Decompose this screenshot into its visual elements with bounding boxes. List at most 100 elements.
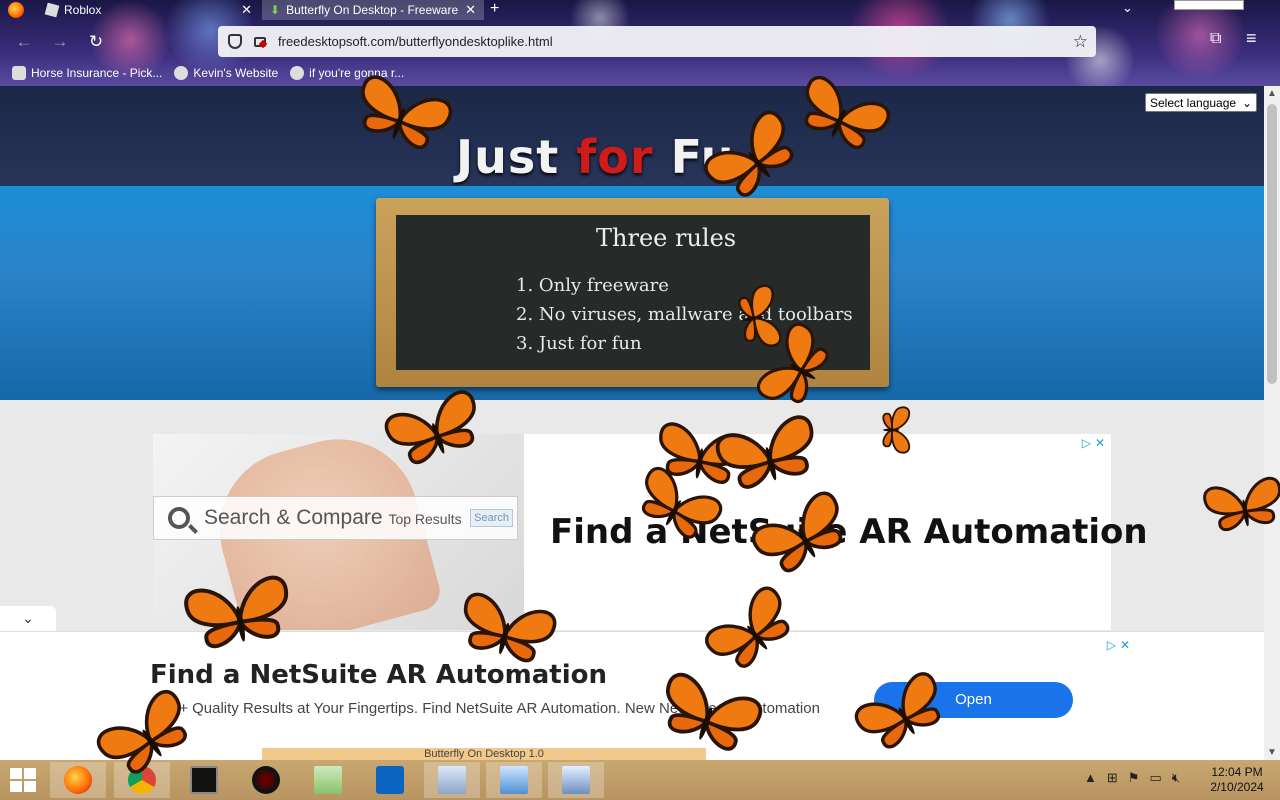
ad-card[interactable]: ▷ ✕ Find a NetSuite AR Automation (524, 434, 1148, 630)
firefox-icon (8, 2, 24, 18)
notepad-icon (314, 766, 342, 794)
bottom-ad[interactable]: ▷ ✕ Find a NetSuite AR Automation 10 0+ … (0, 631, 1264, 760)
ad-search-box: Search & Compare Top Results Search (153, 496, 518, 540)
browser-chrome: Roblox ✕ ⬇ Butterfly On Desktop - Freewa… (0, 0, 1280, 86)
adchoices[interactable]: ▷ ✕ (1082, 436, 1105, 450)
list-tabs-icon[interactable]: ⌄ (1122, 0, 1133, 16)
adchoices-icon[interactable]: ▷ (1107, 638, 1116, 652)
globe-icon (174, 66, 189, 80)
tab-roblox[interactable]: Roblox ✕ (38, 0, 260, 20)
ad-image[interactable]: Search & Compare Top Results Search (153, 434, 524, 630)
display-ad[interactable]: Search & Compare Top Results Search ▷ ✕ … (153, 434, 1148, 630)
bookmarks-bar: Horse Insurance - Pick... Kevin's Websit… (0, 62, 1280, 84)
close-ad-icon[interactable]: ✕ (1095, 436, 1105, 450)
chalkboard-surface: Three rules 1. Only freeware 2. No virus… (396, 215, 870, 370)
title-part1: Just (456, 130, 577, 184)
search-icon (168, 507, 190, 529)
bookmark-item[interactable]: Horse Insurance - Pick... (12, 66, 162, 80)
url-text[interactable]: freedesktopsoft.com/butterflyondesktopli… (278, 34, 1073, 49)
shield-icon[interactable] (228, 34, 242, 49)
roblox-icon (44, 2, 60, 18)
web-page: Just for Fu Select language ⌄ Three rule… (0, 86, 1264, 760)
window-controls[interactable] (1174, 0, 1244, 10)
bookmark-label: Horse Insurance - Pick... (31, 66, 163, 80)
windows-logo-tile (24, 768, 36, 779)
bookmark-star-icon[interactable]: ☆ (1073, 32, 1088, 52)
start-button[interactable] (10, 768, 38, 792)
display-icon[interactable]: ▭ (1149, 770, 1161, 786)
language-select-label: Select language (1150, 95, 1237, 110)
lock-icon[interactable] (254, 36, 266, 47)
menu-icon[interactable]: ≡ (1246, 28, 1257, 49)
taskbar-control-panel[interactable] (486, 762, 542, 798)
horse-icon (12, 66, 26, 80)
taskbar: ▲ ⊞ ⚑ ▭ 🔇︎ 12:04 PM 2/10/2024 (0, 760, 1280, 800)
extensions-icon[interactable]: ⧉ (1210, 30, 1221, 48)
collapse-ad-button[interactable]: ⌄ (0, 606, 56, 631)
site-title: Just for Fu (456, 130, 734, 184)
rule-item: 1. Only freeware (516, 275, 669, 296)
tab-close-icon[interactable]: ✕ (465, 2, 476, 18)
taskbar-network[interactable] (548, 762, 604, 798)
download-icon: ⬇ (270, 3, 281, 17)
close-ad-icon[interactable]: ✕ (1120, 638, 1130, 652)
language-select[interactable]: Select language ⌄ (1145, 93, 1257, 112)
taskbar-app[interactable] (238, 762, 294, 798)
ad-headline[interactable]: Find a NetSuite AR Automation (550, 512, 1148, 552)
title-part2: Fu (653, 130, 735, 184)
taskbar-outlook[interactable] (362, 762, 418, 798)
taskbar-chrome[interactable] (114, 762, 170, 798)
taskbar-firefox[interactable] (50, 762, 106, 798)
clock-time: 12:04 PM (1211, 765, 1263, 779)
bottom-ad-description: 10 0+ Quality Results at Your Fingertips… (150, 700, 820, 717)
back-icon[interactable]: ← (12, 30, 36, 54)
bottom-ad-headline[interactable]: Find a NetSuite AR Automation (150, 660, 607, 690)
bookmark-item[interactable]: if you're gonna r... (290, 66, 404, 80)
chevron-down-icon: ⌄ (1241, 95, 1252, 110)
open-button[interactable]: Open (874, 682, 1073, 718)
taskbar-notepad[interactable] (300, 762, 356, 798)
forward-icon[interactable]: → (48, 30, 72, 54)
face-icon (290, 66, 305, 80)
tab-close-icon[interactable]: ✕ (241, 2, 252, 18)
app-window-strip[interactable]: Butterfly On Desktop 1.0 (262, 748, 706, 760)
rules-list: 1. Only freeware 2. No viruses, mallware… (516, 271, 853, 358)
board-title: Three rules (596, 224, 737, 252)
new-tab-button[interactable]: + (490, 0, 499, 20)
site-header: Just for Fu Select language ⌄ (0, 86, 1264, 186)
rule-item: 2. No viruses, mallware and toolbars (516, 304, 853, 325)
page-scrollbar[interactable]: ▲ ▼ (1264, 86, 1280, 760)
bookmark-label: if you're gonna r... (309, 66, 405, 80)
chrome-icon (128, 766, 156, 794)
tab-butterfly[interactable]: ⬇ Butterfly On Desktop - Freeware ✕ (262, 0, 484, 20)
clock-date: 2/10/2024 (1210, 780, 1264, 794)
outlook-icon (376, 766, 404, 794)
clock[interactable]: 12:04 PM 2/10/2024 (1202, 765, 1272, 795)
windows-logo-tile (10, 768, 22, 779)
windows-logo-tile (10, 781, 22, 792)
scroll-up-icon[interactable]: ▲ (1264, 88, 1280, 99)
windows-logo-tile (24, 781, 36, 792)
system-tray: ▲ ⊞ ⚑ ▭ 🔇︎ (1084, 770, 1180, 786)
taskbar-monitor[interactable] (424, 762, 480, 798)
taskbar-cmd[interactable] (176, 762, 232, 798)
tab-title: Roblox (64, 3, 102, 17)
control-panel-icon (500, 766, 528, 794)
scroll-thumb[interactable] (1267, 104, 1277, 384)
network-icon[interactable]: ⊞ (1107, 770, 1118, 786)
hero-banner: Three rules 1. Only freeware 2. No virus… (0, 186, 1264, 400)
chalkboard: Three rules 1. Only freeware 2. No virus… (376, 198, 889, 387)
flag-icon[interactable]: ⚑ (1128, 770, 1140, 786)
show-hidden-icons-icon[interactable]: ▲ (1084, 770, 1097, 786)
monitor-icon (438, 766, 466, 794)
bookmark-item[interactable]: Kevin's Website (174, 66, 278, 80)
adchoices[interactable]: ▷ ✕ (1107, 638, 1130, 652)
tab-title: Butterfly On Desktop - Freeware (286, 3, 459, 17)
reload-icon[interactable]: ↻ (84, 30, 108, 54)
scroll-down-icon[interactable]: ▼ (1264, 747, 1280, 758)
adchoices-icon[interactable]: ▷ (1082, 436, 1091, 450)
address-bar[interactable]: freedesktopsoft.com/butterflyondesktopli… (218, 26, 1096, 57)
nav-bar: ← → ↻ freedesktopsoft.com/butterflyondes… (0, 26, 1280, 58)
volume-muted-icon[interactable]: 🔇︎ (1172, 770, 1180, 786)
ad-search-main: Search & Compare (204, 506, 383, 529)
